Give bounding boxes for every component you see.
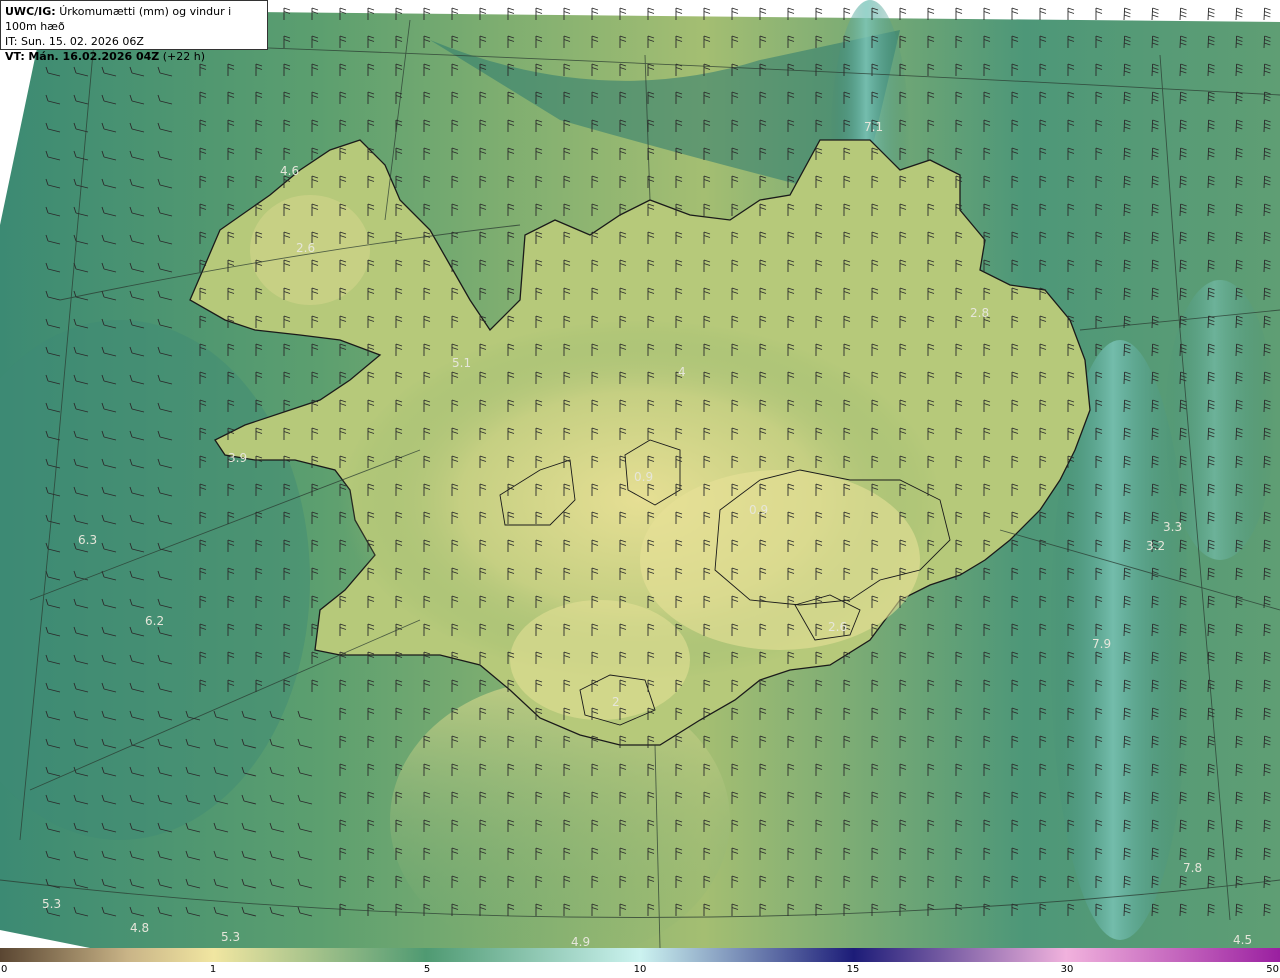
- init-time: Sun. 15. 02. 2026 06Z: [20, 35, 144, 48]
- colorbar-tick: 15: [846, 964, 860, 975]
- map-value: 4.5: [1233, 933, 1252, 947]
- map-value: 3.9: [228, 451, 247, 465]
- model-label: UWC/IG:: [5, 5, 56, 18]
- colorbar-tick: 50: [1266, 964, 1279, 975]
- map-value: 2: [612, 695, 620, 709]
- colorbar-tick: 5: [423, 964, 431, 975]
- map-value: 3.2: [1146, 539, 1165, 553]
- lead-time: (+22 h): [162, 50, 206, 63]
- map-value: 6.2: [145, 614, 164, 628]
- colorbar: [0, 948, 1280, 962]
- colorbar-labels: 0 1 5 10 15 30 50: [0, 962, 1280, 978]
- precipitation-wind-map: 4.6 2.6 5.1 3.9 7.1 2.8 4 0.9 0.9 6.3 6.…: [0, 0, 1280, 948]
- map-value: 2.6: [296, 241, 315, 255]
- map-value: 2.8: [970, 306, 989, 320]
- map-value: 7.1: [864, 120, 883, 134]
- map-value: 5.3: [42, 897, 61, 911]
- map-value: 4.6: [280, 164, 299, 178]
- valid-time: Mán. 16.02.2026 04Z: [28, 50, 160, 63]
- map-value: 0.9: [749, 503, 768, 517]
- map-value: 4.8: [130, 921, 149, 935]
- map-value: 2.6: [828, 620, 847, 634]
- vt-label: VT:: [5, 50, 25, 63]
- map-value: 7.8: [1183, 861, 1202, 875]
- map-value: 7.9: [1092, 637, 1111, 651]
- map-value: 4: [678, 365, 686, 379]
- it-label: IT:: [5, 35, 18, 48]
- colorbar-tick: 0: [1, 964, 8, 975]
- colorbar-tick: 30: [1060, 964, 1074, 975]
- map-value: 5.1: [452, 356, 471, 370]
- colorbar-tick: 1: [209, 964, 217, 975]
- map-info-box: UWC/IG: Úrkomumætti (mm) og vindur i 100…: [0, 0, 268, 63]
- map-value: 5.3: [221, 930, 240, 944]
- colorbar-tick: 10: [633, 964, 647, 975]
- map-value: 0.9: [634, 470, 653, 484]
- map-value: 3.3: [1163, 520, 1182, 534]
- map-value: 4.9: [571, 935, 590, 948]
- map-value: 6.3: [78, 533, 97, 547]
